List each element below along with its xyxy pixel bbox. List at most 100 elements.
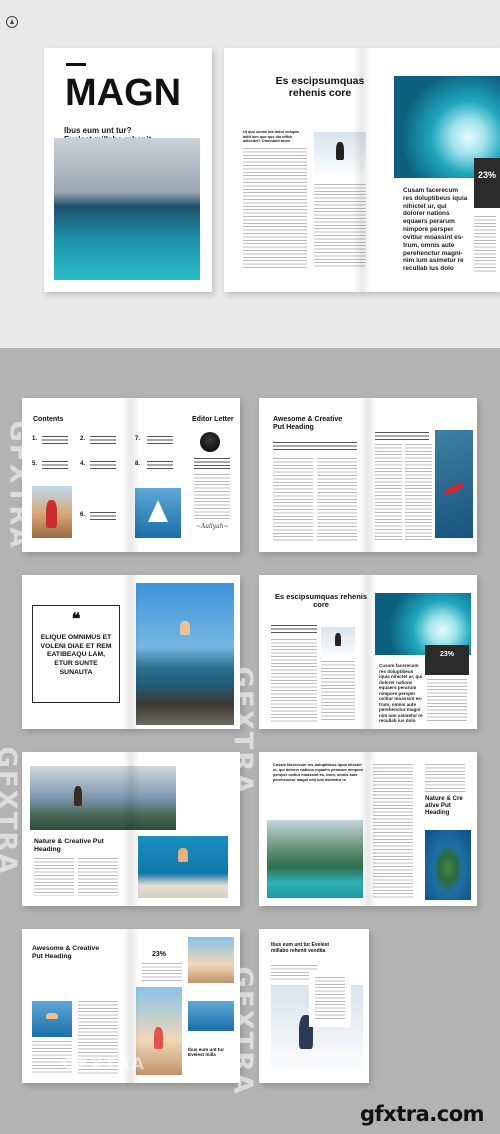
feature-body-col1: [273, 458, 313, 542]
info-card-text: [315, 977, 345, 1021]
spread-wave: Es escipsumquas rehenis core 23% Cusam f…: [259, 575, 477, 729]
boat-image: [138, 836, 228, 898]
feature-two-body-col1: [32, 1041, 72, 1075]
spread-feature: Awesome & Creative Put Heading: [259, 398, 477, 552]
stat-body-text: [142, 963, 182, 983]
toc-item-text: [147, 461, 173, 470]
toc-item-number: 2.: [80, 436, 86, 442]
spread-heading: Es escipsumquas rehenis core: [275, 75, 365, 99]
quote-mark-icon: ❝: [71, 611, 81, 628]
lagoon-col2: [425, 764, 465, 794]
mountaineer-figure: [74, 786, 82, 806]
hiker-image: [32, 486, 72, 538]
jumper-figure: [180, 621, 190, 635]
editor-signature: ~Aaliyah~: [196, 523, 229, 530]
sailboat-image: [135, 488, 181, 538]
feature-two-body-col2: [78, 1001, 118, 1075]
stat-box: 23%: [474, 158, 500, 208]
contents-title: Contents: [33, 416, 64, 423]
single-heading: Ibus eum unt tur Evelest millabo rehenit…: [271, 942, 330, 954]
snorkel-image: [32, 1001, 72, 1037]
cliff-jump-image: [136, 583, 234, 725]
nature-body-col1: [34, 858, 74, 896]
wave-side-text: [427, 679, 467, 723]
stat-value: 23%: [478, 170, 497, 180]
editor-intro-text: [194, 458, 230, 470]
sail-shape: [148, 500, 168, 522]
nature-body-col2: [78, 858, 118, 896]
watermark-text: GFXTRA: [0, 746, 22, 876]
spread-nature: Nature & Creative Put Heading: [22, 752, 240, 906]
toc-item-text: [42, 461, 68, 470]
cover-title: MAGN: [65, 72, 182, 114]
stat-value: 23%: [152, 951, 167, 958]
spread-contents: Contents Editor Letter 1. 2. 5. 4. 6. 7.…: [22, 398, 240, 552]
toc-item-text: [90, 436, 116, 445]
feature-body-col2: [317, 458, 357, 542]
lagoon-image: [267, 820, 363, 898]
toc-item-number: 4.: [80, 461, 86, 467]
toc-item-text: [147, 436, 173, 445]
boater-figure: [178, 848, 188, 862]
toc-item-text: [42, 436, 68, 445]
toc-item-number: 1.: [32, 436, 38, 442]
lagoon-col1: [373, 764, 413, 900]
cover-dash: [66, 63, 86, 66]
skier-image: [321, 627, 355, 657]
hiker-figure: [46, 500, 57, 528]
stat-box: 23%: [425, 645, 469, 675]
stat-value: 23%: [439, 651, 454, 658]
toc-item-number: 5.: [32, 461, 38, 467]
toc-item-text: [90, 461, 116, 470]
mountain-image: [30, 766, 176, 830]
toc-item-number: 7.: [135, 436, 141, 442]
kayak-shape: [442, 481, 466, 497]
kayak-image: [435, 430, 473, 538]
wave-body-col2: [321, 661, 355, 721]
lagoon-lead: Cusam facerecum res doluptibeus iquia ni…: [273, 762, 364, 782]
brand-logo-icon: [6, 16, 18, 28]
island-image: [425, 830, 471, 900]
nature-heading: Nature & Creative Put Heading: [34, 838, 104, 853]
body-text-block: [243, 148, 307, 268]
swimmer-figure: [46, 1013, 58, 1019]
wave-pull-quote: Cusam facerecum res doluptibeus iquia ni…: [379, 663, 423, 723]
quote-box: ❝ ELIQUE OMNIMUS ET VOLENI DIAE ET REM E…: [32, 605, 120, 703]
editor-body-text: [194, 474, 230, 520]
wave-lead: [271, 625, 317, 635]
wave-body-col1: [271, 639, 317, 723]
feature-two-heading: Awesome & Creative Put Heading: [32, 945, 100, 960]
hero-section: MAGN Ibus eum unt tur? Evelest millabo r…: [0, 0, 500, 348]
feature-side-lead: [375, 432, 429, 441]
skier-figure: [335, 633, 341, 646]
spread-feature-two: Awesome & Creative Put Heading 23% Ibus …: [22, 929, 240, 1083]
body-text-block: [314, 184, 366, 268]
toc-item-text: [90, 512, 116, 521]
feature-two-caption: Ibus eum unt tur Evelest milla: [188, 1047, 224, 1058]
wave-heading: Es escipsumquas rehenis core: [274, 592, 368, 610]
feature-side-col2: [405, 444, 432, 542]
cover-ocean-image: [54, 138, 200, 280]
feature-side-col1: [375, 444, 402, 542]
toc-item-number: 6.: [80, 512, 86, 518]
spread-single: Ibus eum unt tur Evelest millabo rehenit…: [259, 929, 369, 1083]
desert-rock-image: [188, 937, 234, 983]
editor-avatar: [200, 432, 220, 452]
lagoon-side-heading: Nature & Cre ative Put Heading: [425, 795, 463, 816]
toc-item-number: 8.: [135, 461, 141, 467]
spread-lead: Ut quo conse bla dolor volupta aditi ium…: [243, 130, 299, 144]
hero-spread: Es escipsumquas rehenis core Ut quo cons…: [224, 48, 500, 292]
walker-figure: [154, 1027, 163, 1049]
feature-heading: Awesome & Creative Put Heading: [273, 416, 343, 431]
spread-lagoon: Cusam facerecum res doluptibeus iquia ni…: [259, 752, 477, 906]
dive-image: [188, 1001, 234, 1031]
spread-pull-quote: Cusam facerecum res doluptibeus iquia ni…: [403, 187, 468, 273]
magazine-cover: MAGN Ibus eum unt tur? Evelest millabo r…: [44, 48, 212, 292]
info-card: [309, 971, 351, 1027]
beach-walker-image: [136, 987, 182, 1075]
skier-image: [314, 132, 366, 178]
spread-quote: ❝ ELIQUE OMNIMUS ET VOLENI DIAE ET REM E…: [22, 575, 240, 729]
quote-text: ELIQUE OMNIMUS ET VOLENI DIAE ET REM EAT…: [40, 634, 112, 676]
footer-site-logo[interactable]: gfxtra.com: [360, 1102, 485, 1126]
feature-lead: [273, 442, 357, 452]
